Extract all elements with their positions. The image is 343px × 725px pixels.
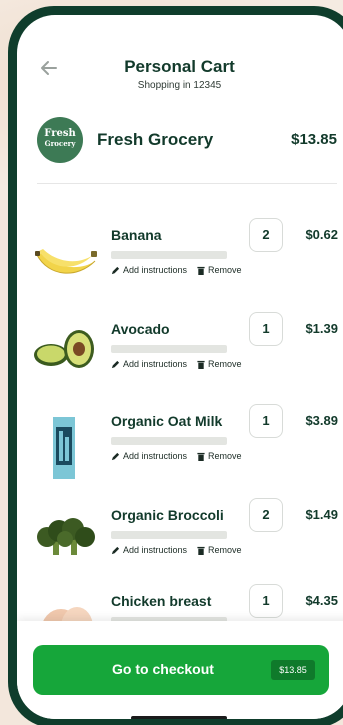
- cart-item-banana: Banana Add instructions Remove 2 $0.62: [17, 218, 342, 321]
- store-row: Fresh Grocery Fresh Grocery $13.85: [37, 115, 337, 167]
- store-logo-line1: Fresh: [44, 128, 76, 139]
- store-total: $13.85: [291, 131, 337, 148]
- remove-button[interactable]: Remove: [197, 265, 242, 275]
- remove-button[interactable]: Remove: [197, 545, 242, 555]
- avocado-image: [34, 330, 94, 368]
- quantity-selector[interactable]: 1: [249, 584, 283, 618]
- add-instructions-label: Add instructions: [123, 265, 188, 275]
- trash-icon: [197, 266, 205, 275]
- item-name: Banana: [111, 227, 162, 243]
- item-name: Organic Broccoli: [111, 507, 224, 523]
- pencil-icon: [111, 546, 120, 554]
- pencil-icon: [111, 360, 120, 368]
- store-logo-line2: Grocery: [44, 139, 76, 148]
- remove-label: Remove: [208, 265, 242, 275]
- item-actions: Add instructions Remove: [111, 359, 242, 369]
- item-actions: Add instructions Remove: [111, 265, 242, 275]
- header: Personal Cart Shopping in 12345: [17, 57, 342, 91]
- quantity-selector[interactable]: 1: [249, 312, 283, 346]
- item-placeholder-bar: [111, 437, 227, 445]
- oat-milk-carton-image: [53, 417, 75, 479]
- add-instructions-button[interactable]: Add instructions: [111, 265, 187, 275]
- remove-label: Remove: [208, 451, 242, 461]
- item-actions: Add instructions Remove: [111, 451, 242, 461]
- broccoli-image: [37, 518, 95, 555]
- remove-button[interactable]: Remove: [197, 451, 242, 461]
- add-instructions-label: Add instructions: [123, 451, 188, 461]
- quantity-selector[interactable]: 2: [249, 218, 283, 252]
- remove-label: Remove: [208, 545, 242, 555]
- pencil-icon: [111, 266, 120, 274]
- add-instructions-button[interactable]: Add instructions: [111, 359, 187, 369]
- trash-icon: [197, 360, 205, 369]
- item-price: $0.62: [305, 227, 338, 242]
- pencil-icon: [111, 452, 120, 460]
- add-instructions-button[interactable]: Add instructions: [111, 451, 187, 461]
- checkout-total-badge: $13.85: [271, 660, 315, 680]
- item-price: $4.35: [305, 593, 338, 608]
- item-price: $3.89: [305, 413, 338, 428]
- page-title: Personal Cart: [124, 57, 235, 76]
- add-instructions-label: Add instructions: [123, 545, 188, 555]
- page-subtitle: Shopping in 12345: [137, 80, 222, 91]
- item-actions: Add instructions Remove: [111, 545, 242, 555]
- store-name: Fresh Grocery: [97, 130, 214, 149]
- item-placeholder-bar: [111, 531, 227, 539]
- cart-item-broccoli: Organic Broccoli Add instructions Remove…: [17, 498, 342, 601]
- quantity-selector[interactable]: 1: [249, 404, 283, 438]
- divider: [37, 183, 337, 184]
- item-price: $1.49: [305, 507, 338, 522]
- go-to-checkout-button[interactable]: Go to checkout $13.85: [33, 645, 329, 695]
- item-name: Chicken breast: [111, 593, 212, 609]
- banana-image: [35, 249, 97, 274]
- item-name: Organic Oat Milk: [111, 413, 223, 429]
- phone-frame: Personal Cart Shopping in 12345 Fresh Gr…: [8, 6, 343, 725]
- trash-icon: [197, 546, 205, 555]
- cart-item-avocado: Avocado Add instructions Remove 1 $1.39: [17, 312, 342, 415]
- checkout-bar: Go to checkout $13.85: [17, 621, 343, 719]
- trash-icon: [197, 452, 205, 461]
- item-placeholder-bar: [111, 251, 227, 259]
- cart-item-oat-milk: Organic Oat Milk Add instructions Remove…: [17, 404, 342, 507]
- quantity-selector[interactable]: 2: [249, 498, 283, 532]
- add-instructions-label: Add instructions: [123, 359, 188, 369]
- item-placeholder-bar: [111, 345, 227, 353]
- add-instructions-button[interactable]: Add instructions: [111, 545, 187, 555]
- item-price: $1.39: [305, 321, 338, 336]
- remove-label: Remove: [208, 359, 242, 369]
- item-name: Avocado: [111, 321, 170, 337]
- cart-screen: Personal Cart Shopping in 12345 Fresh Gr…: [17, 15, 343, 719]
- home-indicator: [131, 716, 227, 719]
- remove-button[interactable]: Remove: [197, 359, 242, 369]
- store-logo: Fresh Grocery: [37, 117, 83, 163]
